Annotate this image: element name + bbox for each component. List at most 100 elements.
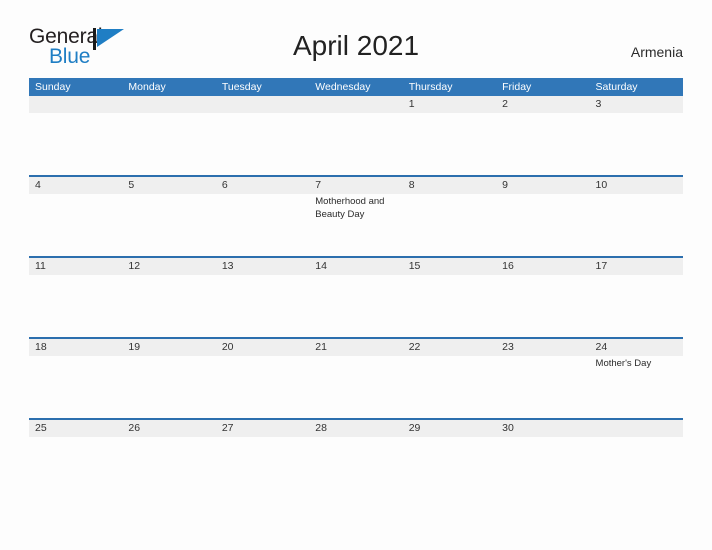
weekday-tuesday: Tuesday <box>221 81 262 93</box>
day-cell[interactable]: 26 <box>122 420 216 499</box>
day-events <box>122 275 215 277</box>
day-number-band <box>29 96 123 113</box>
day-events <box>590 113 683 115</box>
day-cell[interactable]: 11 <box>29 258 123 337</box>
day-events <box>403 356 496 358</box>
day-cell[interactable]: 21 <box>309 339 403 418</box>
day-events <box>403 275 496 277</box>
day-number: 28 <box>315 422 327 434</box>
day-cell[interactable]: 8 <box>402 177 497 256</box>
day-number-band: 26 <box>122 420 216 437</box>
day-number-band: 17 <box>589 258 683 275</box>
day-number: 2 <box>502 98 508 110</box>
day-number: 21 <box>315 341 327 353</box>
day-number-band: 2 <box>496 96 590 113</box>
day-cell[interactable]: 19 <box>122 339 216 418</box>
day-events <box>590 275 683 277</box>
day-events <box>29 194 122 196</box>
day-cell[interactable]: 29 <box>402 420 497 499</box>
day-number: 6 <box>221 179 228 191</box>
day-number-band: 3 <box>589 96 683 113</box>
day-cell[interactable]: 24 Mother's Day <box>589 339 683 418</box>
day-cell[interactable]: 7 Motherhood and Beauty Day <box>309 177 403 256</box>
day-events <box>216 194 309 196</box>
day-number: 22 <box>408 341 421 353</box>
day-number-band: 18 <box>29 339 123 356</box>
day-number: 30 <box>502 422 514 434</box>
day-events <box>29 275 122 277</box>
day-events <box>590 437 683 439</box>
weekday-header-row: Sunday Monday Tuesday Wednesday Thursday… <box>29 78 683 96</box>
day-events <box>309 113 402 115</box>
weekday-sunday: Sunday <box>35 81 71 93</box>
day-number-band: 7 <box>309 177 403 194</box>
day-cell[interactable]: 22 <box>402 339 497 418</box>
weekday-saturday: Saturday <box>595 81 638 93</box>
day-number-band: 1 <box>402 96 497 113</box>
day-cell[interactable]: 2 <box>496 96 590 175</box>
day-cell[interactable]: 1 <box>402 96 497 175</box>
day-cell[interactable]: 12 <box>122 258 216 337</box>
page-header: General Blue April 2021 Armenia <box>0 0 712 78</box>
day-number: 9 <box>502 179 508 191</box>
day-number: 10 <box>595 179 608 191</box>
week-row: 18 19 20 21 22 23 24 Mother's Day <box>29 337 683 418</box>
day-cell[interactable]: 30 <box>496 420 590 499</box>
day-events <box>216 113 309 115</box>
day-number: 23 <box>502 341 514 353</box>
day-cell[interactable]: 18 <box>29 339 123 418</box>
day-cell[interactable] <box>215 96 310 175</box>
day-events <box>403 437 496 439</box>
day-number-band: 6 <box>215 177 310 194</box>
day-cell[interactable]: 6 <box>215 177 310 256</box>
weekday-monday: Monday <box>128 81 166 93</box>
day-number-band: 12 <box>122 258 216 275</box>
day-events <box>496 437 589 439</box>
day-number-band <box>215 96 310 113</box>
day-cell[interactable]: 20 <box>215 339 310 418</box>
day-cell[interactable]: 13 <box>215 258 310 337</box>
day-events: Motherhood and Beauty Day <box>309 194 402 221</box>
day-cell[interactable]: 27 <box>215 420 310 499</box>
day-cell[interactable]: 5 <box>122 177 216 256</box>
day-cell[interactable]: 28 <box>309 420 403 499</box>
page-title: April 2021 <box>292 30 420 61</box>
day-number: 5 <box>128 179 135 191</box>
day-number: 15 <box>408 260 421 272</box>
day-cell[interactable]: 3 <box>589 96 683 175</box>
day-cell[interactable]: 4 <box>29 177 123 256</box>
day-number-band: 29 <box>402 420 497 437</box>
day-cell[interactable] <box>122 96 216 175</box>
day-number-band <box>122 96 216 113</box>
day-cell[interactable]: 15 <box>402 258 497 337</box>
day-events <box>29 356 122 358</box>
event-label: Mother's Day <box>595 358 652 369</box>
day-cell[interactable]: 9 <box>496 177 590 256</box>
day-number-band: 4 <box>29 177 123 194</box>
day-cell[interactable]: 23 <box>496 339 590 418</box>
day-number: 11 <box>35 260 46 272</box>
day-number-band: 9 <box>496 177 590 194</box>
day-cell[interactable]: 14 <box>309 258 403 337</box>
day-number-band: 27 <box>215 420 310 437</box>
day-number-band <box>309 96 403 113</box>
day-number-band: 8 <box>402 177 497 194</box>
day-cell[interactable] <box>309 96 403 175</box>
day-cell[interactable]: 17 <box>589 258 683 337</box>
day-events <box>496 275 589 277</box>
day-number: 26 <box>128 422 141 434</box>
day-number-band: 19 <box>122 339 216 356</box>
day-cell[interactable]: 25 <box>29 420 123 499</box>
day-events <box>403 194 496 196</box>
day-cell[interactable] <box>29 96 123 175</box>
day-cell[interactable]: 16 <box>496 258 590 337</box>
day-events <box>403 113 496 115</box>
day-number-band: 23 <box>496 339 590 356</box>
week-row: 25 26 27 28 29 30 <box>29 418 683 499</box>
day-number: 12 <box>128 260 141 272</box>
day-events <box>122 437 215 439</box>
day-cell[interactable]: 10 <box>589 177 683 256</box>
day-cell[interactable] <box>589 420 683 499</box>
day-number-band: 16 <box>496 258 590 275</box>
week-row: 1 2 3 <box>29 96 683 175</box>
